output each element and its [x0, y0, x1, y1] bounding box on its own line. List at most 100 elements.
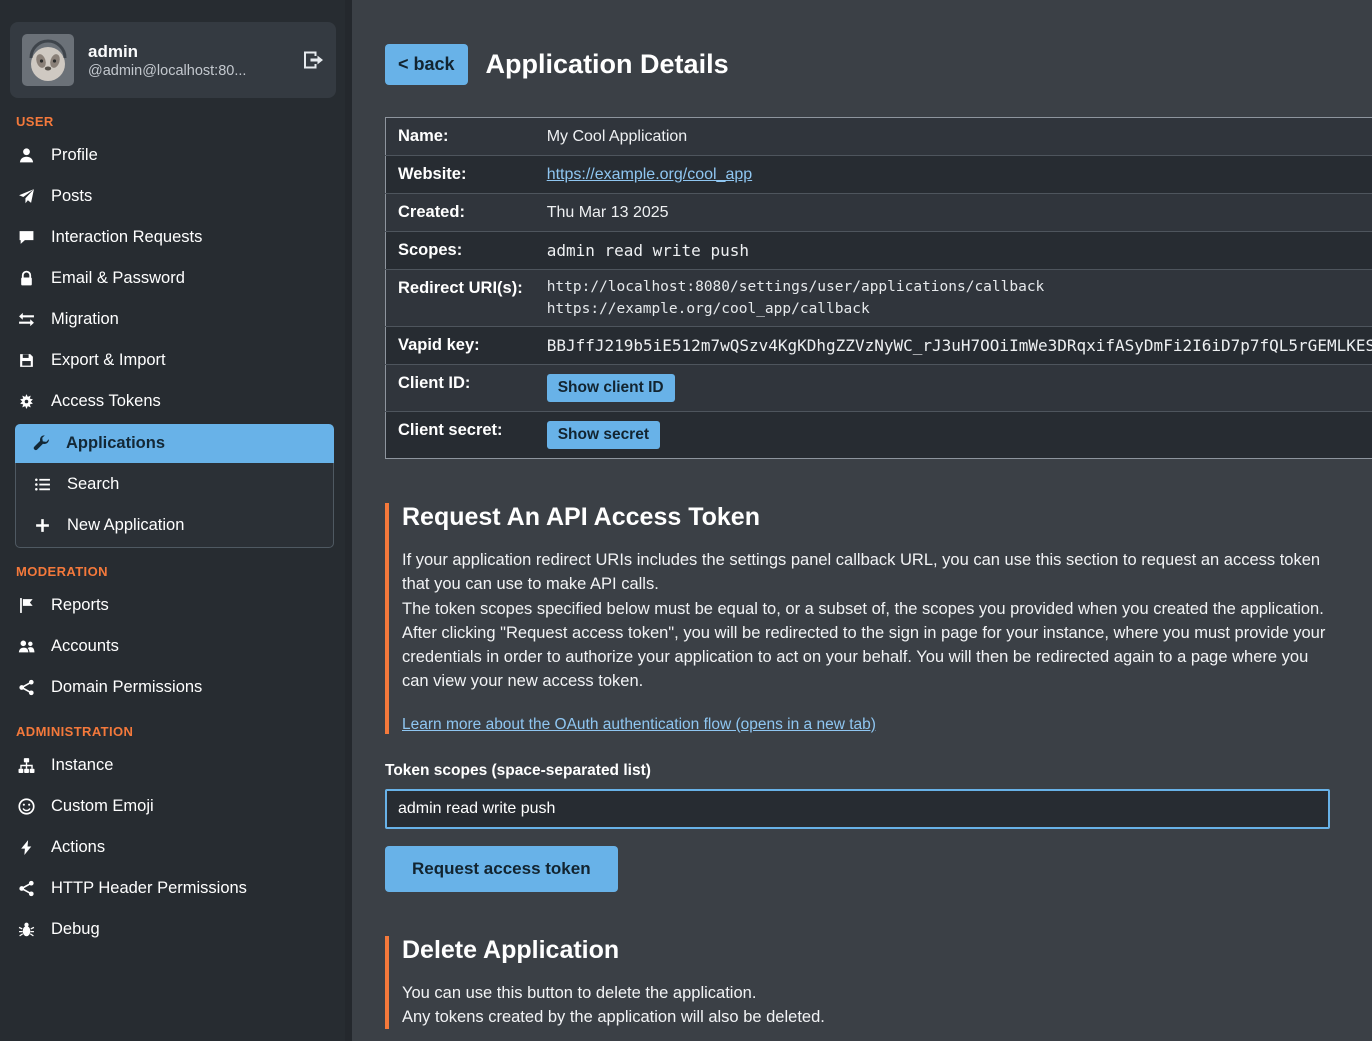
sidebar-item-label: Reports: [51, 596, 109, 615]
table-row-website: Website: https://example.org/cool_app: [386, 156, 1372, 194]
row-value: My Cool Application: [535, 118, 1372, 156]
sidebar-item-export-import[interactable]: Export & Import: [0, 340, 345, 381]
sidebar-item-label: New Application: [67, 516, 184, 535]
sidebar-item-label: Actions: [51, 838, 105, 857]
request-token-section: Request An API Access Token If your appl…: [385, 503, 1330, 734]
sidebar-item-migration[interactable]: Migration: [0, 299, 345, 340]
row-value: Thu Mar 13 2025: [535, 194, 1372, 232]
certificate-icon: [16, 393, 36, 410]
sidebar-item-http-header-permissions[interactable]: HTTP Header Permissions: [0, 868, 345, 909]
logout-icon[interactable]: [302, 49, 324, 71]
sidebar-item-label: Access Tokens: [51, 392, 161, 411]
row-label: Client ID:: [386, 365, 535, 412]
user-name: admin: [88, 41, 288, 63]
sidebar-item-accounts[interactable]: Accounts: [0, 626, 345, 667]
user-handle: @admin@localhost:80...: [88, 63, 288, 79]
page-title: Application Details: [486, 49, 729, 80]
sidebar-item-domain-permissions[interactable]: Domain Permissions: [0, 667, 345, 708]
sidebar-item-label: Email & Password: [51, 269, 185, 288]
smiley-icon: [16, 798, 36, 815]
avatar: [22, 34, 74, 86]
sitemap-icon: [16, 757, 36, 774]
sidebar-item-label: Search: [67, 475, 119, 494]
show-secret-button[interactable]: Show secret: [547, 421, 660, 449]
sidebar-item-actions[interactable]: Actions: [0, 827, 345, 868]
row-label: Name:: [386, 118, 535, 156]
sidebar-item-profile[interactable]: Profile: [0, 135, 345, 176]
section-paragraph: You can use this button to delete the ap…: [402, 981, 1330, 1005]
section-paragraph: Any tokens created by the application wi…: [402, 1005, 1330, 1029]
exchange-arrows-icon: [16, 311, 36, 328]
user-card[interactable]: admin @admin@localhost:80...: [10, 22, 336, 98]
row-label: Vapid key:: [386, 327, 535, 365]
sidebar-item-label: Domain Permissions: [51, 678, 202, 697]
website-link[interactable]: https://example.org/cool_app: [547, 166, 752, 183]
floppy-disk-icon: [16, 352, 36, 369]
user-icon: [16, 147, 36, 164]
paper-plane-icon: [16, 188, 36, 205]
table-row-client-id: Client ID: Show client ID: [386, 365, 1372, 412]
sidebar-item-posts[interactable]: Posts: [0, 176, 345, 217]
user-info: admin @admin@localhost:80...: [88, 41, 288, 79]
applications-subnav: Search New Application: [15, 463, 334, 548]
sidebar-item-new-application[interactable]: New Application: [16, 505, 333, 546]
sidebar-item-applications[interactable]: Applications: [15, 424, 334, 463]
row-label: Scopes:: [386, 232, 535, 270]
redirect-uri: https://example.org/cool_app/callback: [547, 301, 1372, 317]
token-scopes-input[interactable]: [385, 789, 1330, 829]
application-details-table: Name: My Cool Application Website: https…: [385, 117, 1372, 459]
sidebar-item-label: Applications: [66, 434, 165, 453]
row-value: admin read write push: [535, 232, 1372, 270]
share-nodes-icon: [16, 880, 36, 897]
section-paragraph: If your application redirect URIs includ…: [402, 548, 1330, 597]
oauth-docs-link[interactable]: Learn more about the OAuth authenticatio…: [402, 716, 876, 734]
section-title: Delete Application: [402, 936, 1330, 965]
back-button[interactable]: < back: [385, 44, 468, 85]
table-row-name: Name: My Cool Application: [386, 118, 1372, 156]
sidebar-item-label: Accounts: [51, 637, 119, 656]
sidebar-item-search[interactable]: Search: [16, 464, 333, 505]
row-label: Redirect URI(s):: [386, 270, 535, 327]
share-nodes-icon: [16, 679, 36, 696]
sidebar-item-label: Instance: [51, 756, 113, 775]
bolt-icon: [16, 839, 36, 856]
flag-icon: [16, 597, 36, 614]
table-row-redirect-uris: Redirect URI(s): http://localhost:8080/s…: [386, 270, 1372, 327]
page-header: < back Application Details: [385, 44, 1330, 85]
table-row-scopes: Scopes: admin read write push: [386, 232, 1372, 270]
sidebar-item-interaction-requests[interactable]: Interaction Requests: [0, 217, 345, 258]
bug-icon: [16, 921, 36, 938]
sidebar-item-email-password[interactable]: Email & Password: [0, 258, 345, 299]
table-row-vapid-key: Vapid key: BBJffJ219b5iE512m7wQSzv4KgKDh…: [386, 327, 1372, 365]
request-access-token-button[interactable]: Request access token: [385, 846, 618, 892]
nav-section-label-administration: ADMINISTRATION: [16, 724, 329, 739]
sidebar-item-instance[interactable]: Instance: [0, 745, 345, 786]
sidebar-group-applications: Applications Search New Application: [15, 424, 334, 548]
nav-section-label-user: USER: [16, 114, 329, 129]
sidebar-item-reports[interactable]: Reports: [0, 585, 345, 626]
row-label: Website:: [386, 156, 535, 194]
wrench-icon: [31, 435, 51, 452]
sidebar-item-label: Migration: [51, 310, 119, 329]
sidebar: admin @admin@localhost:80... USER Profil…: [0, 0, 345, 1041]
section-paragraph: The token scopes specified below must be…: [402, 597, 1330, 621]
section-paragraph: After clicking "Request access token", y…: [402, 621, 1330, 694]
sidebar-item-label: Custom Emoji: [51, 797, 154, 816]
sidebar-item-debug[interactable]: Debug: [0, 909, 345, 950]
table-row-client-secret: Client secret: Show secret: [386, 412, 1372, 459]
delete-application-section: Delete Application You can use this butt…: [385, 936, 1330, 1030]
comment-icon: [16, 229, 36, 246]
lock-icon: [16, 270, 36, 287]
row-label: Created:: [386, 194, 535, 232]
row-label: Client secret:: [386, 412, 535, 459]
users-icon: [16, 638, 36, 655]
redirect-uri: http://localhost:8080/settings/user/appl…: [547, 279, 1372, 295]
sidebar-item-label: Debug: [51, 920, 100, 939]
sidebar-item-access-tokens[interactable]: Access Tokens: [0, 381, 345, 422]
sidebar-item-label: Export & Import: [51, 351, 166, 370]
sidebar-item-custom-emoji[interactable]: Custom Emoji: [0, 786, 345, 827]
row-value: BBJffJ219b5iE512m7wQSzv4KgKDhgZZVzNyWC_r…: [535, 327, 1372, 365]
show-client-id-button[interactable]: Show client ID: [547, 374, 675, 402]
sidebar-item-label: Profile: [51, 146, 98, 165]
table-row-created: Created: Thu Mar 13 2025: [386, 194, 1372, 232]
